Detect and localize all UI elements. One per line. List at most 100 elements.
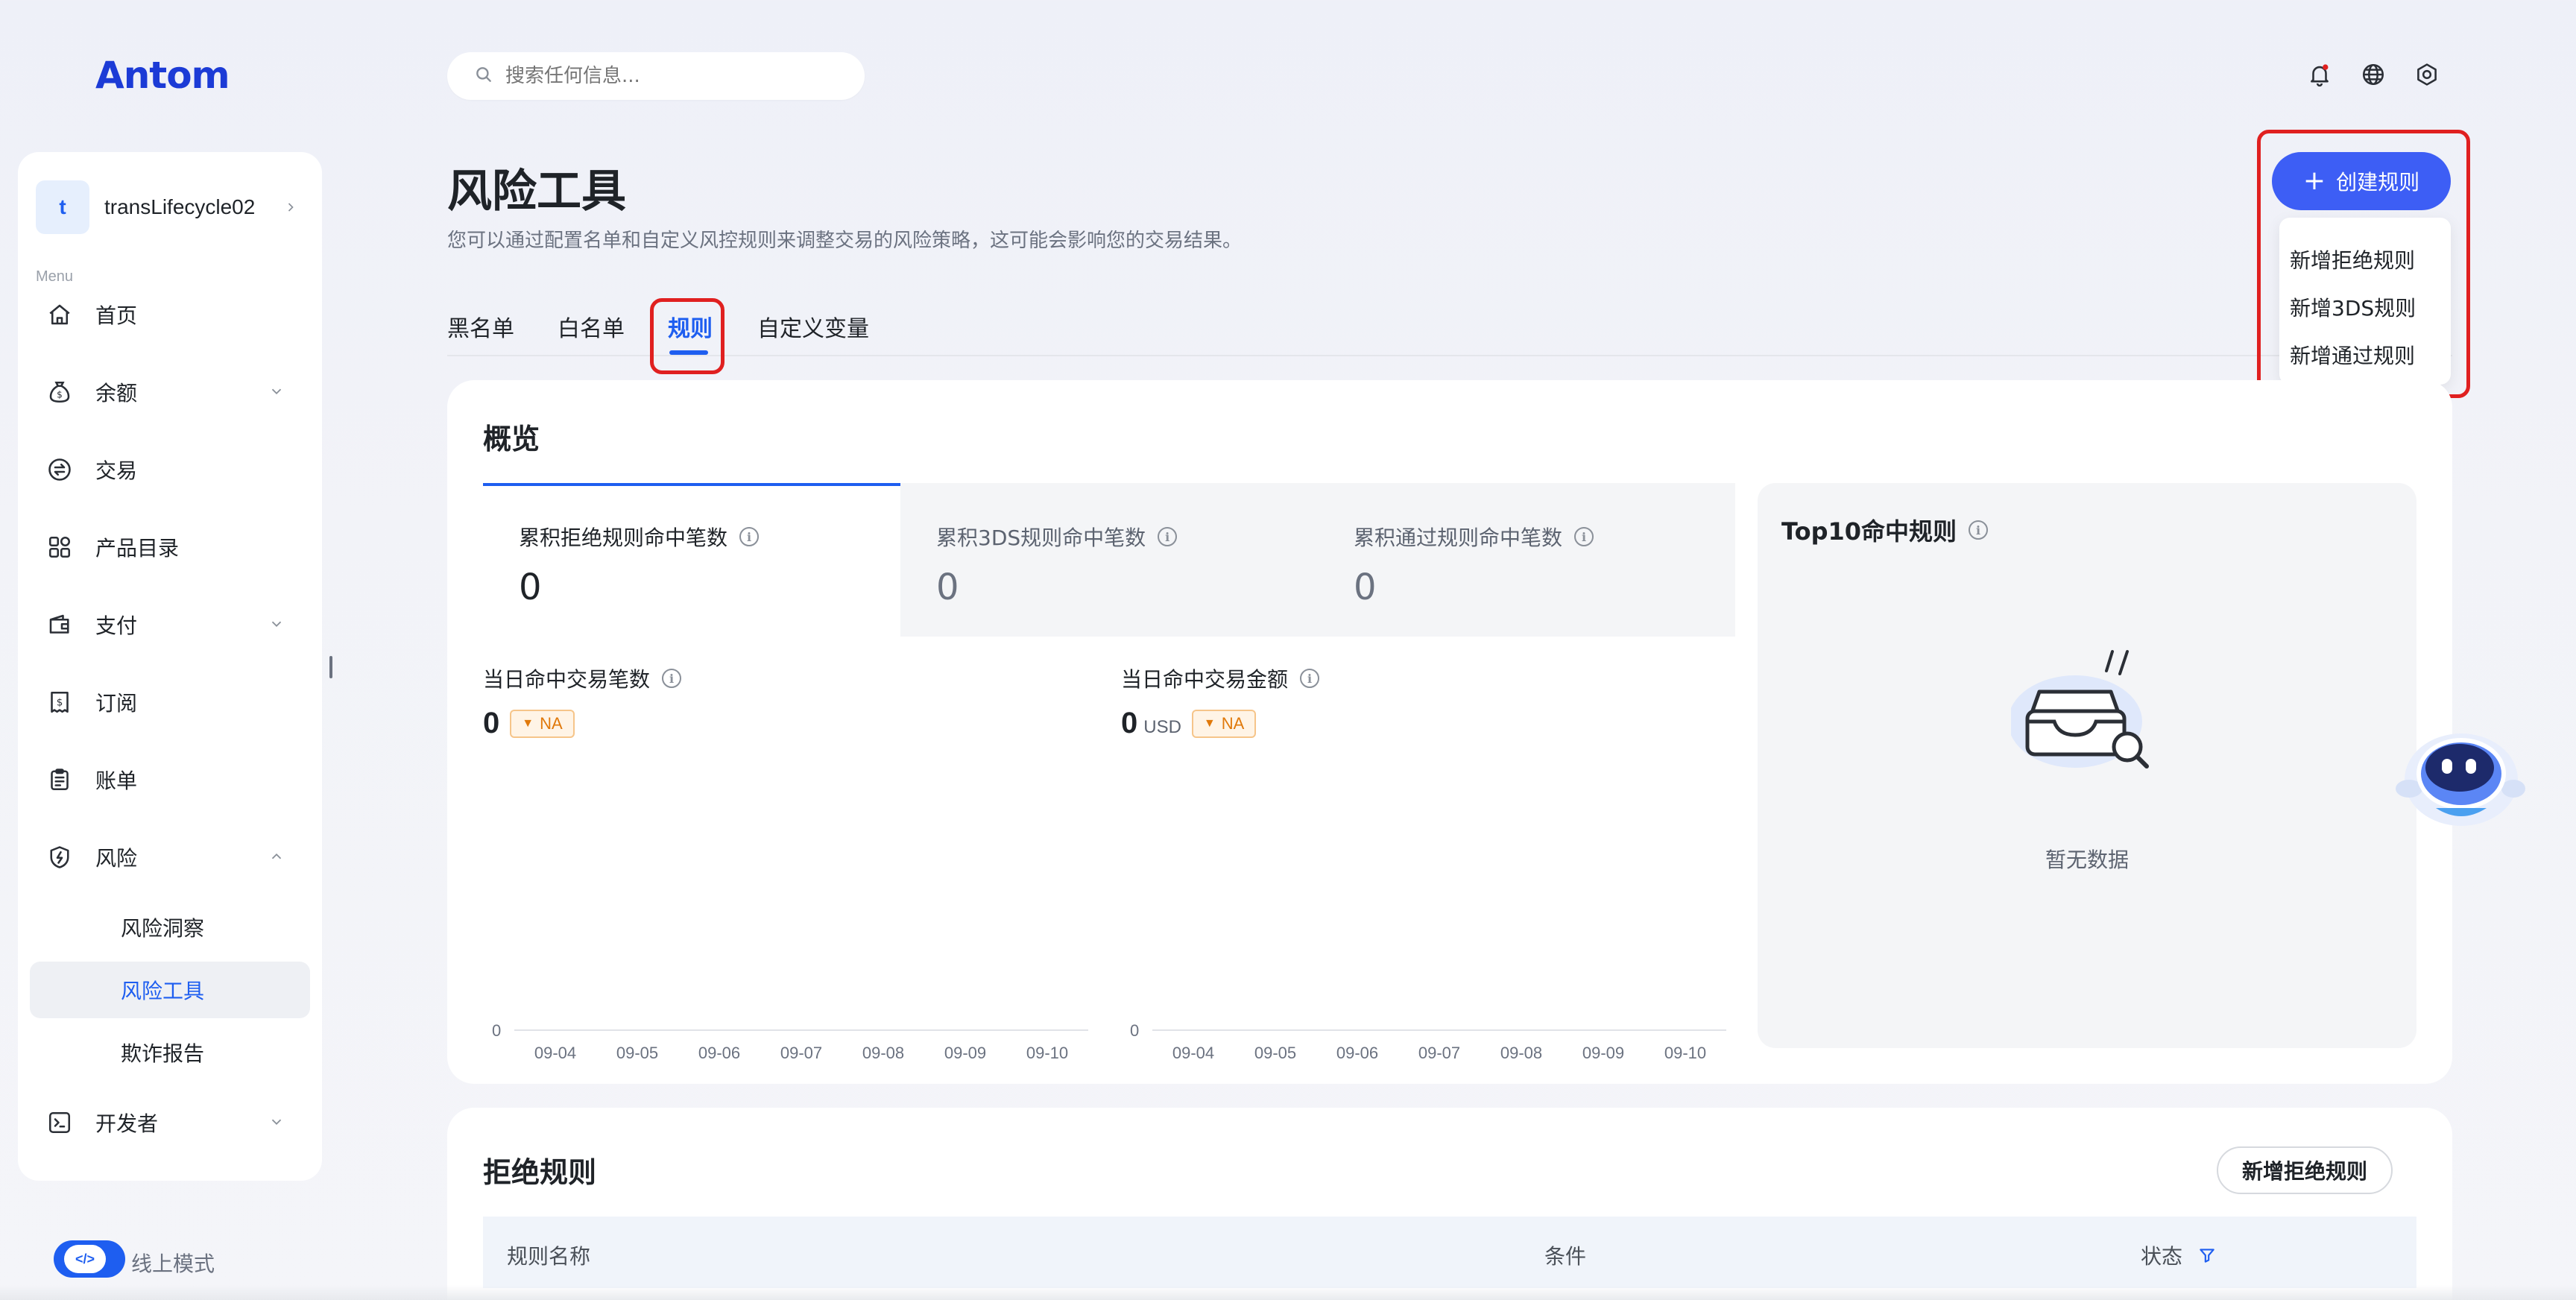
x-tick-label: 09-06 — [1336, 1044, 1378, 1062]
sidebar-item-home[interactable]: 首页 — [30, 286, 310, 343]
stat-value: 0 — [519, 567, 542, 608]
daily-count-value: 0 — [483, 707, 500, 739]
sidebar-collapse-handle[interactable] — [329, 656, 332, 678]
settings-icon[interactable] — [2412, 60, 2442, 89]
shield-icon — [45, 842, 75, 872]
x-tick-label: 09-08 — [1500, 1044, 1542, 1062]
search-bar[interactable] — [447, 52, 865, 100]
sidebar-subitem-fraud-report[interactable]: 欺诈报告 — [30, 1024, 310, 1081]
exchange-icon — [45, 455, 75, 485]
x-tick-label: 09-08 — [862, 1044, 904, 1062]
sidebar-item-label: 账单 — [95, 769, 138, 793]
ai-assistant-robot-icon[interactable] — [2391, 720, 2525, 832]
antom-logo[interactable]: Antom — [95, 54, 230, 97]
top10-title: Top10命中规则 — [1781, 517, 1957, 546]
cumulative-stats-panel: 累积拒绝规则命中笔数 i 0 累积3DS规则命中笔数 i 0 累积通过规则命中笔数 i… — [483, 483, 1735, 637]
money-bag-icon: $ — [45, 377, 75, 407]
dollar-doc-icon: $ — [45, 687, 75, 717]
bell-icon[interactable] — [2305, 60, 2334, 89]
account-name: transLifecycle02 — [104, 195, 256, 218]
search-icon — [474, 65, 493, 88]
top10-rules-panel: Top10命中规则 i 暂无数据 — [1758, 483, 2416, 1048]
stat-3ds-hits[interactable]: 累积3DS规则命中笔数 i 0 — [936, 522, 1178, 608]
info-icon[interactable]: i — [1158, 527, 1178, 546]
home-icon — [45, 300, 75, 329]
chevron-down-icon — [268, 616, 285, 636]
y-tick-label: 0 — [1130, 1021, 1139, 1040]
page-description: 您可以通过配置名单和自定义风控规则来调整交易的风险策略，这可能会影响您的交易结果… — [447, 230, 1243, 252]
tab-bar: 黑名单 白名单 规则 自定义变量 — [447, 306, 2452, 356]
x-tick-label: 09-09 — [1582, 1044, 1624, 1062]
trend-badge: ▼ NA — [510, 709, 575, 738]
avatar: t — [36, 180, 89, 234]
search-input[interactable] — [505, 65, 833, 87]
info-icon[interactable]: i — [1969, 520, 1989, 540]
trend-badge-text: NA — [540, 713, 563, 733]
wallet-icon — [45, 610, 75, 640]
live-mode-toggle[interactable]: </> — [54, 1240, 125, 1278]
triangle-down-icon: ▼ — [522, 716, 534, 730]
column-condition: 条件 — [1544, 1244, 1587, 1269]
sidebar-item-bills[interactable]: 账单 — [30, 751, 310, 808]
stat-reject-hits[interactable]: 累积拒绝规则命中笔数 i 0 — [519, 522, 760, 608]
sidebar-item-label: 开发者 — [95, 1111, 159, 1136]
globe-icon[interactable] — [2358, 60, 2388, 89]
sidebar-item-balance[interactable]: $ 余额 — [30, 364, 310, 420]
reject-rules-title: 拒绝规则 — [483, 1156, 597, 1189]
chevron-down-icon — [268, 383, 285, 403]
sidebar-item-label: 订阅 — [95, 691, 138, 716]
x-tick-label: 09-07 — [1418, 1044, 1460, 1062]
info-icon[interactable]: i — [662, 669, 682, 688]
sidebar-item-risk[interactable]: 风险 — [30, 829, 310, 886]
y-tick-label: 0 — [492, 1021, 501, 1040]
clipboard-icon — [45, 765, 75, 795]
column-status[interactable]: 状态 — [2141, 1240, 2217, 1270]
sidebar-item-catalog[interactable]: 产品目录 — [30, 519, 310, 575]
sidebar-item-transactions[interactable]: 交易 — [30, 441, 310, 498]
daily-count-label: 当日命中交易笔数 — [483, 667, 651, 692]
daily-amount-chart: 0 09-04 09-05 09-06 09-07 09-08 09-09 09-10 — [1130, 1021, 1726, 1062]
add-reject-rule-button[interactable]: 新增拒绝规则 — [2217, 1146, 2393, 1194]
sidebar-item-subscriptions[interactable]: $ 订阅 — [30, 674, 310, 731]
daily-amount-label: 当日命中交易金额 — [1121, 667, 1289, 692]
sidebar-item-label: 支付 — [95, 613, 138, 638]
daily-hit-amount: 当日命中交易金额 i 0 USD ▼ NA — [1121, 663, 1320, 740]
info-icon[interactable]: i — [1574, 527, 1594, 546]
stat-pass-hits[interactable]: 累积通过规则命中笔数 i 0 — [1354, 522, 1594, 608]
account-switcher[interactable]: t transLifecycle02 — [36, 179, 304, 236]
stat-label: 累积3DS规则命中笔数 — [936, 526, 1146, 550]
tab-blacklist[interactable]: 黑名单 — [447, 310, 514, 343]
empty-state-text: 暂无数据 — [2045, 848, 2129, 872]
x-tick-label: 09-04 — [1172, 1044, 1214, 1062]
chevron-down-icon — [268, 1114, 285, 1134]
sidebar-item-developers[interactable]: 开发者 — [30, 1094, 310, 1151]
tab-custom-variables[interactable]: 自定义变量 — [757, 310, 869, 343]
sidebar-item-label: 余额 — [95, 381, 138, 406]
sidebar-item-label: 风险 — [95, 846, 138, 871]
overview-card: 概览 累积拒绝规则命中笔数 i 0 累积3DS规则命中笔数 i 0 累积通过规则命中… — [447, 380, 2452, 1084]
code-icon: </> — [64, 1245, 106, 1273]
sidebar-item-payments[interactable]: 支付 — [30, 596, 310, 653]
x-tick-label: 09-06 — [698, 1044, 740, 1062]
sidebar-item-label: 首页 — [95, 303, 138, 328]
sidebar-subitem-risk-tools[interactable]: 风险工具 — [30, 962, 310, 1018]
tab-whitelist[interactable]: 白名单 — [558, 310, 625, 343]
sidebar-subitem-risk-insights[interactable]: 风险洞察 — [30, 899, 310, 956]
chevron-up-icon — [268, 848, 285, 868]
highlight-box-rules-tab — [650, 298, 724, 374]
column-rule-name: 规则名称 — [507, 1244, 591, 1269]
info-icon[interactable]: i — [1300, 669, 1320, 688]
info-icon[interactable]: i — [739, 527, 760, 546]
stat-value: 0 — [936, 567, 959, 608]
x-tick-label: 09-05 — [616, 1044, 658, 1062]
x-tick-label: 09-05 — [1254, 1044, 1296, 1062]
x-tick-label: 09-04 — [534, 1044, 576, 1062]
daily-hit-count: 当日命中交易笔数 i 0 ▼ NA — [483, 663, 682, 740]
rules-table-header: 规则名称 条件 状态 — [483, 1217, 2416, 1288]
page-title: 风险工具 — [447, 165, 626, 218]
terminal-icon — [45, 1108, 75, 1138]
empty-box-icon — [2008, 640, 2160, 777]
sidebar-item-label: 交易 — [95, 458, 138, 483]
filter-icon[interactable] — [2197, 1246, 2217, 1265]
sidebar: t transLifecycle02 Menu 首页 $ 余额 交易 产品目录 … — [18, 152, 322, 1181]
